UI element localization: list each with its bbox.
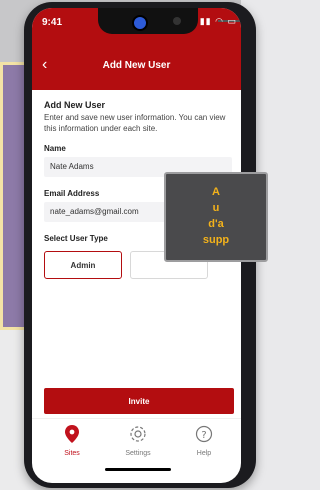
tooltip-overlay: A u d'a supp [164,172,268,262]
tab-settings-label: Settings [125,450,151,457]
overlay-line-3: d'a [208,218,224,230]
pin-icon [42,425,102,448]
gear-icon [108,425,168,448]
tab-sites-label: Sites [64,450,80,457]
overlay-line-4: supp [202,234,230,246]
tab-bar: Sites Settings ? Help [32,418,241,463]
section-title: Add New User [44,100,106,110]
status-time: 9:41 [42,17,63,28]
tab-settings[interactable]: Settings [108,425,168,457]
invite-button[interactable]: Invite [44,388,234,414]
page-title: Add New User [102,60,171,71]
signal-wifi-battery-icon: ▮▮ ◠ ▭ [199,16,237,26]
tab-sites[interactable]: Sites [42,425,102,457]
help-icon: ? [174,425,234,448]
tab-help[interactable]: ? Help [174,425,234,457]
overlay-line-2: u [212,202,220,214]
status-bar: 9:41 ▮▮ ◠ ▭ [32,8,241,42]
section-description: Enter and save new user information. You… [44,113,226,133]
home-indicator [105,468,171,471]
svg-text:?: ? [201,430,206,441]
name-label: Name [44,144,66,153]
overlay-line-1: A [212,186,220,198]
sensor-icon [173,17,181,25]
notch [98,8,241,34]
tab-help-label: Help [196,450,212,457]
user-type-admin-button[interactable]: Admin [44,251,122,279]
nav-bar: ‹ Add New User [32,42,241,90]
camera-icon [132,15,148,31]
